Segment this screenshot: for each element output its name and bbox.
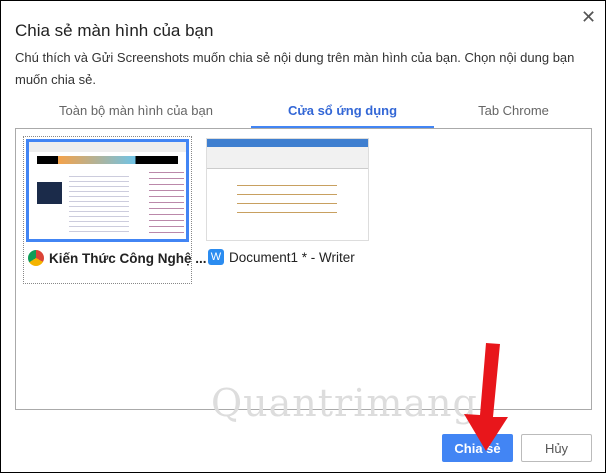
- window-thumbnail: [26, 139, 189, 242]
- window-thumbnail: [206, 138, 369, 241]
- tab-entire-screen[interactable]: Toàn bộ màn hình của bạn: [41, 103, 231, 118]
- window-item-writer[interactable]: W Document1 * - Writer: [204, 136, 373, 284]
- watermark-logo: Quantrimang: [211, 381, 478, 425]
- window-label: Document1 * - Writer: [229, 249, 355, 265]
- wps-writer-icon: W: [208, 249, 224, 265]
- tab-chrome-tab[interactable]: Tab Chrome: [441, 103, 586, 118]
- cancel-button[interactable]: Hủy: [521, 434, 592, 462]
- red-arrow-annotation: [464, 343, 508, 451]
- close-icon[interactable]: ✕: [581, 7, 596, 28]
- window-label: Kiến Thức Công Nghệ ...: [49, 250, 207, 266]
- dialog-title: Chia sẻ màn hình của bạn: [15, 21, 214, 40]
- window-item-chrome[interactable]: Kiến Thức Công Nghệ ...: [23, 136, 207, 284]
- dialog-description: Chú thích và Gửi Screenshots muốn chia s…: [15, 50, 575, 87]
- chrome-icon: [28, 250, 44, 266]
- tab-application-window[interactable]: Cửa sổ ứng dụng: [251, 103, 434, 118]
